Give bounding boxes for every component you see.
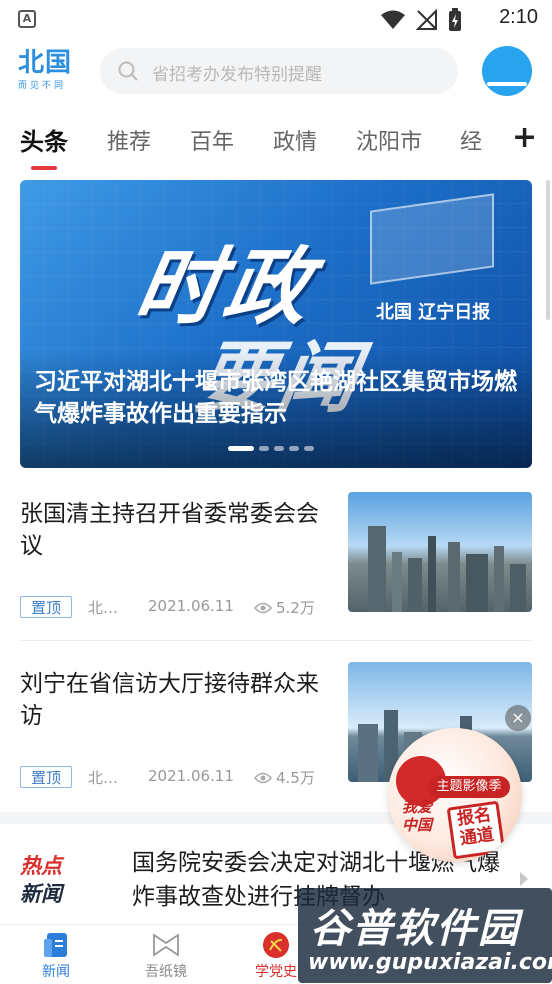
hot-news-logo: 热点 [20, 854, 62, 878]
tab-news[interactable]: 新闻 [16, 931, 96, 981]
tab-centenary[interactable]: 百年 [190, 124, 234, 156]
status-time: 2:10 [499, 6, 538, 28]
paper-mirror-icon [151, 931, 181, 959]
close-icon[interactable]: × [505, 705, 531, 731]
banner-carousel[interactable]: 时政 要闻 北国 辽宁日报 习近平对湖北十堰市张湾区艳湖社区集贸市场燃气爆炸事故… [20, 180, 532, 468]
news-item[interactable]: 张国清主持召开省委常委会会议 置顶 北… 2021.06.11 5.2万 [20, 492, 532, 620]
logo-slogan: 而见不同 [18, 81, 67, 91]
news-date: 2021.06.11 [148, 597, 234, 615]
party-emblem-icon [261, 931, 291, 959]
promo-badge: 主题影像季 [428, 776, 510, 798]
banner-title[interactable]: 习近平对湖北十堰市张湾区艳湖社区集贸市场燃气爆炸事故作出重要指示 [34, 366, 524, 430]
carousel-dot[interactable] [274, 446, 284, 451]
watermark-text: 谷普软件园 [310, 906, 520, 952]
tab-recommend[interactable]: 推荐 [107, 124, 151, 156]
news-title[interactable]: 刘宁在省信访大厅接待群众来访 [20, 668, 336, 732]
status-bar: A 2:10 [0, 0, 552, 38]
status-icons [380, 8, 462, 32]
wifi-icon [381, 10, 405, 29]
tab-paper-mirror[interactable]: 吾纸镜 [126, 931, 206, 981]
eye-icon [254, 772, 272, 783]
pinned-tag: 置顶 [20, 766, 72, 788]
tab-label: 吾纸镜 [145, 964, 187, 980]
promo-slogan: 我爱中国 [402, 798, 433, 834]
tab-indicator [31, 166, 57, 170]
carousel-dot[interactable] [259, 446, 269, 451]
pinned-tag: 置顶 [20, 596, 72, 618]
app-header: 北国 而见不同 省招考办发布特别提醒 [0, 38, 552, 108]
news-views: 4.5万 [254, 767, 315, 788]
search-placeholder: 省招考办发布特别提醒 [152, 65, 322, 85]
tab-headlines[interactable]: 头条 [20, 122, 68, 157]
watermark: 谷普软件园 www.gupuxiazai.com [298, 888, 552, 983]
tab-label: 新闻 [42, 964, 70, 980]
carousel-dot[interactable] [289, 446, 299, 451]
tab-politics[interactable]: 政情 [273, 124, 317, 156]
views-count: 4.5万 [276, 769, 315, 787]
channel-tabs: 头条 推荐 百年 政情 沈阳市 经 + [0, 108, 552, 174]
app-logo[interactable]: 北国 而见不同 [18, 48, 78, 96]
tab-shenyang[interactable]: 沈阳市 [356, 124, 422, 156]
logo-text: 北国 [18, 48, 73, 78]
watermark-url: www.gupuxiazai.com [308, 950, 552, 975]
scrollbar[interactable] [546, 180, 550, 320]
news-views: 5.2万 [254, 597, 315, 618]
news-source: 北… [88, 599, 119, 617]
chevron-right-icon[interactable] [520, 872, 528, 886]
add-channel-button[interactable]: + [512, 120, 537, 155]
news-date: 2021.06.11 [148, 767, 234, 785]
register-sign[interactable]: 报名通道 [446, 800, 506, 860]
signal-off-icon [416, 9, 437, 30]
search-bar[interactable]: 省招考办发布特别提醒 [100, 48, 458, 94]
news-thumbnail[interactable] [348, 492, 532, 612]
news-source: 北… [88, 769, 119, 787]
battery-icon [449, 8, 461, 31]
news-title[interactable]: 张国清主持召开省委常委会会议 [20, 498, 336, 562]
carousel-dot[interactable] [304, 446, 314, 451]
divider [20, 640, 532, 641]
banner-logos: 北国 辽宁日报 [376, 302, 491, 323]
notification-icon: A [18, 10, 36, 28]
views-count: 5.2万 [276, 599, 315, 617]
floating-promo[interactable]: 我爱中国 主题影像季 报名通道 [388, 728, 522, 862]
avatar[interactable] [482, 46, 532, 96]
tab-economy[interactable]: 经 [460, 124, 482, 156]
news-icon [41, 931, 71, 959]
hot-news-logo-sub: 新闻 [20, 882, 62, 906]
eye-icon [254, 602, 272, 613]
search-icon [118, 61, 138, 81]
carousel-dot[interactable] [228, 446, 254, 451]
carousel-dots [228, 446, 314, 451]
